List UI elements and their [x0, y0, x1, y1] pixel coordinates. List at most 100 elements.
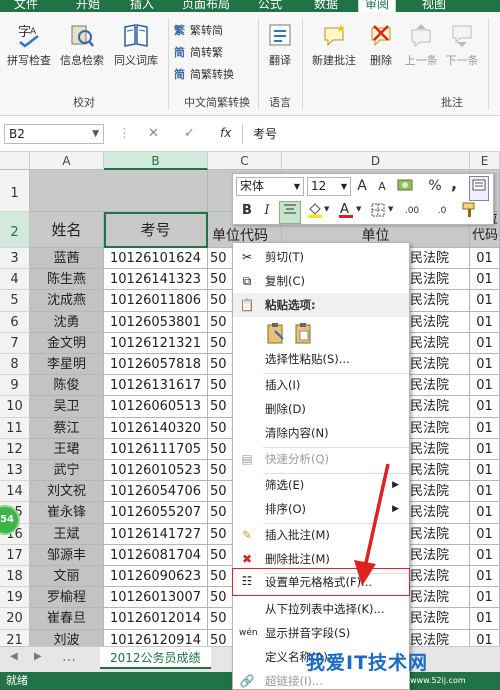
row-header[interactable]: 11 — [0, 417, 30, 439]
column-header[interactable]: D — [282, 152, 470, 170]
position-code-cell[interactable]: 01 — [470, 311, 500, 333]
name-cell[interactable]: 陈生燕 — [30, 269, 104, 291]
exam-id-cell[interactable]: 10126054706 — [104, 481, 208, 503]
exam-id-cell[interactable]: 10126141323 — [104, 269, 208, 291]
name-cell[interactable]: 沈勇 — [30, 311, 104, 333]
name-cell[interactable]: 武宁 — [30, 460, 104, 482]
column-header[interactable]: E — [470, 152, 500, 170]
menu-item-pick-from-list[interactable]: 从下拉列表中选择(K)... — [233, 597, 409, 621]
insert-function-icon[interactable]: fx — [220, 126, 231, 140]
position-code-cell[interactable]: 01 — [470, 354, 500, 376]
sheet-more-icon[interactable]: … — [62, 649, 76, 665]
percent-style-button[interactable]: % — [427, 176, 443, 196]
tab-home[interactable]: 开始 — [76, 0, 100, 12]
shrink-font-button[interactable]: A — [375, 177, 389, 197]
position-code-cell[interactable]: 01 — [470, 566, 500, 588]
menu-item-paste-special[interactable]: 选择性粘贴(S)... — [233, 347, 409, 371]
fill-color-icon[interactable]: ▼ — [305, 201, 333, 226]
column-header[interactable]: B — [104, 152, 208, 170]
exam-id-cell[interactable]: 10126055207 — [104, 502, 208, 524]
font-size-select[interactable]: 12 ▼ — [307, 177, 351, 196]
position-code-cell[interactable]: 01 — [470, 502, 500, 524]
tab-formulas[interactable]: 公式 — [258, 0, 282, 12]
exam-id-cell[interactable]: 10126090623 — [104, 566, 208, 588]
menu-item-cut[interactable]: ✂ 剪切(T) — [233, 245, 409, 269]
format-painter-toggle-icon[interactable] — [469, 176, 489, 201]
row-header[interactable]: 17 — [0, 544, 30, 566]
row-header[interactable]: 10 — [0, 396, 30, 418]
row-header[interactable]: 20 — [0, 608, 30, 630]
sheet-prev-icon[interactable]: ◀ — [10, 651, 18, 662]
name-box[interactable]: B2 ▼ — [4, 124, 104, 144]
spell-check-button[interactable]: 字A 拼写检查 — [4, 22, 54, 68]
cancel-icon[interactable]: ✕ — [148, 126, 159, 141]
position-code-cell[interactable]: 01 — [470, 417, 500, 439]
row-header[interactable]: 3 — [0, 248, 30, 270]
position-code-cell[interactable]: 01 — [470, 396, 500, 418]
row-header[interactable]: 14 — [0, 481, 30, 503]
row-header[interactable]: 19 — [0, 587, 30, 609]
increase-decimal-button[interactable]: .00 — [399, 201, 425, 221]
exam-id-cell[interactable]: 10126010523 — [104, 460, 208, 482]
select-all-corner[interactable] — [0, 152, 30, 170]
decrease-decimal-button[interactable]: .0 — [429, 201, 455, 221]
italic-button[interactable]: I — [259, 201, 275, 221]
exam-id-cell[interactable]: 10126013007 — [104, 587, 208, 609]
header-cell-exam-id[interactable]: 考号 — [104, 212, 208, 248]
exam-id-cell[interactable]: 10126101624 — [104, 248, 208, 270]
comma-style-button[interactable]: , — [447, 174, 461, 194]
font-color-icon[interactable]: A ▼ — [337, 201, 365, 226]
name-cell[interactable]: 蓝茜 — [30, 248, 104, 270]
row-header[interactable]: 5 — [0, 290, 30, 312]
row-header[interactable]: 7 — [0, 332, 30, 354]
simp-to-trad-button[interactable]: 简简转繁 — [174, 44, 223, 62]
menu-item-clear-contents[interactable]: 清除内容(N) — [233, 421, 409, 445]
tab-page-layout[interactable]: 页面布局 — [182, 0, 230, 12]
delete-comment-button[interactable]: 删除 — [364, 22, 398, 68]
chevron-down-icon[interactable]: ▼ — [92, 125, 99, 143]
exam-id-cell[interactable]: 10126057818 — [104, 354, 208, 376]
exam-id-cell[interactable]: 10126121321 — [104, 332, 208, 354]
exam-id-cell[interactable]: 10126012014 — [104, 608, 208, 630]
name-cell[interactable]: 崔永锋 — [30, 502, 104, 524]
sheet-next-icon[interactable]: ▶ — [34, 651, 42, 662]
menu-item-show-phonetic[interactable]: wén 显示拼音字段(S) — [233, 621, 409, 645]
position-code-cell[interactable]: 01 — [470, 523, 500, 545]
translate-button[interactable]: 翻译 — [262, 22, 298, 68]
tab-data[interactable]: 数据 — [314, 0, 338, 12]
row-header[interactable]: 18 — [0, 566, 30, 588]
row-header[interactable]: 8 — [0, 354, 30, 376]
name-cell[interactable]: 陈俊 — [30, 375, 104, 397]
exam-id-cell[interactable]: 10126140320 — [104, 417, 208, 439]
trad-to-simp-button[interactable]: 繁繁转简 — [174, 22, 223, 40]
thesaurus-button[interactable]: 同义词库 — [110, 22, 162, 68]
position-code-cell[interactable]: 01 — [470, 332, 500, 354]
position-code-cell[interactable]: 01 — [470, 544, 500, 566]
column-header[interactable]: C — [208, 152, 282, 170]
name-cell[interactable]: 崔春旦 — [30, 608, 104, 630]
position-code-cell[interactable]: 01 — [470, 460, 500, 482]
exam-id-cell[interactable]: 10126060513 — [104, 396, 208, 418]
position-code-cell[interactable]: 01 — [470, 375, 500, 397]
paste-values-icon[interactable] — [293, 321, 315, 345]
confirm-icon[interactable]: ✓ — [184, 126, 195, 141]
tab-insert[interactable]: 插入 — [130, 0, 154, 12]
header-cell-name[interactable]: 姓名 — [30, 212, 104, 248]
row-header[interactable]: 2 — [0, 212, 30, 248]
row-header[interactable]: 1 — [0, 170, 30, 212]
sheet-tab-active[interactable]: 2012公务员成绩 — [100, 647, 211, 669]
position-code-cell[interactable]: 01 — [470, 438, 500, 460]
row-header[interactable]: 4 — [0, 269, 30, 291]
position-code-cell[interactable]: 01 — [470, 269, 500, 291]
merged-title-cell[interactable] — [30, 170, 208, 212]
name-cell[interactable]: 沈成燕 — [30, 290, 104, 312]
exam-id-cell[interactable]: 10126131617 — [104, 375, 208, 397]
position-code-cell[interactable]: 01 — [470, 587, 500, 609]
name-cell[interactable]: 李星明 — [30, 354, 104, 376]
menu-item-copy[interactable]: ⧉ 复制(C) — [233, 269, 409, 293]
exam-id-cell[interactable]: 10126081704 — [104, 544, 208, 566]
research-button[interactable]: 信息检索 — [56, 22, 108, 68]
row-header[interactable]: 9 — [0, 375, 30, 397]
name-cell[interactable]: 吴卫 — [30, 396, 104, 418]
new-comment-button[interactable]: 新建批注 — [306, 22, 362, 68]
